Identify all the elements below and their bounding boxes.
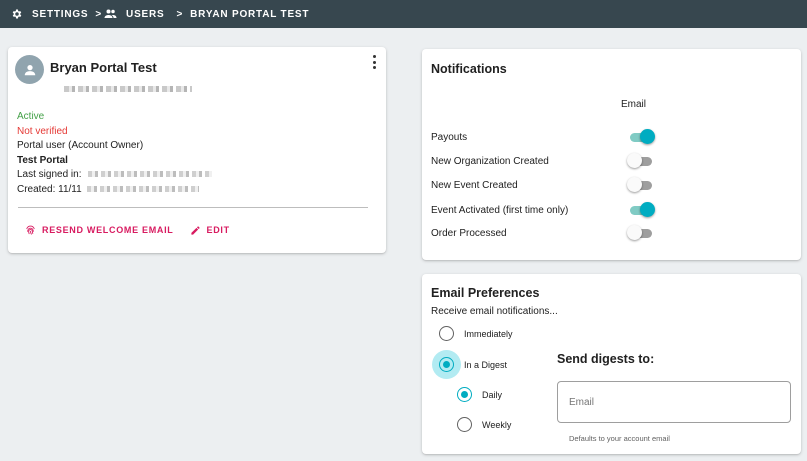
user-info: Active Not verified Portal user (Account… (17, 110, 213, 198)
radio-circle (439, 357, 454, 372)
new-event-email-toggle[interactable] (627, 177, 655, 193)
event-activated-email-toggle[interactable] (627, 202, 655, 218)
radio-weekly-label: Weekly (482, 419, 512, 430)
redacted-created (87, 185, 200, 192)
gear-icon (12, 9, 22, 19)
resend-welcome-email-button[interactable]: RESEND WELCOME EMAIL (25, 224, 174, 236)
radio-daily[interactable]: Daily (457, 387, 502, 402)
breadcrumb-users[interactable]: USERS (104, 9, 164, 20)
status-verification: Not verified (17, 125, 68, 137)
people-icon (104, 9, 117, 18)
breadcrumb-users-label: USERS (126, 8, 165, 20)
pencil-icon (190, 225, 200, 235)
notification-row: New Event Created (431, 177, 671, 193)
email-preferences-card: Email Preferences Receive email notifica… (422, 274, 801, 454)
email-helper-text: Defaults to your account email (569, 434, 670, 443)
radio-circle (439, 326, 454, 341)
radio-circle (457, 387, 472, 402)
created: Created: 11/11 (17, 183, 212, 198)
user-name: Bryan Portal Test (50, 60, 157, 75)
last-signed-in-label: Last signed in: (17, 169, 82, 180)
breadcrumb-settings[interactable]: SETTINGS (11, 8, 88, 20)
notifications-card: Notifications Email Payouts New Organiza… (422, 49, 801, 260)
new-organization-email-toggle[interactable] (627, 153, 655, 169)
fingerprint-icon (26, 225, 35, 235)
email-preferences-subtitle: Receive email notifications... (431, 306, 558, 317)
breadcrumb-separator: > (95, 8, 103, 20)
radio-weekly[interactable]: Weekly (457, 417, 511, 432)
email-preferences-title: Email Preferences (431, 286, 540, 300)
redacted-last-signed-in (88, 171, 213, 178)
notification-row: Order Processed (431, 225, 671, 241)
radio-digest-label: In a Digest (464, 359, 508, 370)
notifications-title: Notifications (431, 62, 507, 76)
redacted-email (64, 86, 192, 92)
notification-label: Payouts (431, 131, 468, 143)
status-active: Active (17, 111, 45, 122)
order-processed-email-toggle[interactable] (627, 225, 655, 241)
avatar (15, 55, 44, 84)
radio-digest[interactable]: In a Digest (439, 357, 507, 372)
user-card: Bryan Portal Test Active Not verified Po… (8, 47, 386, 253)
digest-email-input[interactable] (557, 381, 791, 423)
radio-immediately[interactable]: Immediately (439, 326, 513, 341)
user-actions: RESEND WELCOME EMAIL EDIT (25, 224, 230, 236)
radio-immediately-label: Immediately (464, 328, 513, 339)
more-vert-icon[interactable] (368, 54, 380, 70)
breadcrumb: SETTINGS > USERS > BRYAN PORTAL TEST (0, 0, 807, 28)
last-signed-in: Last signed in: (17, 168, 213, 183)
created-label: Created: 11/11 (17, 183, 82, 195)
notification-row: Event Activated (first time only) (431, 202, 671, 218)
breadcrumb-separator: > (176, 8, 184, 20)
resend-welcome-email-label: RESEND WELCOME EMAIL (42, 225, 174, 235)
notification-label: Event Activated (first time only) (431, 204, 569, 216)
email-column-header: Email (621, 99, 647, 110)
breadcrumb-settings-label: SETTINGS (32, 8, 89, 20)
person-icon (24, 64, 35, 75)
edit-button[interactable]: EDIT (190, 225, 230, 236)
edit-label: EDIT (206, 225, 230, 235)
payouts-email-toggle[interactable] (627, 129, 655, 145)
notification-row: Payouts (431, 129, 671, 145)
radio-circle (457, 417, 472, 432)
user-role: Portal user (Account Owner) (17, 140, 144, 151)
divider (18, 207, 368, 208)
breadcrumb-current: BRYAN PORTAL TEST (190, 8, 310, 20)
send-digests-title: Send digests to: (557, 352, 655, 366)
user-organization: Test Portal (17, 154, 68, 166)
notification-label: New Organization Created (431, 155, 549, 167)
notification-row: New Organization Created (431, 153, 671, 169)
notification-label: Order Processed (431, 227, 507, 239)
notification-label: New Event Created (431, 179, 518, 191)
radio-daily-label: Daily (482, 389, 503, 400)
